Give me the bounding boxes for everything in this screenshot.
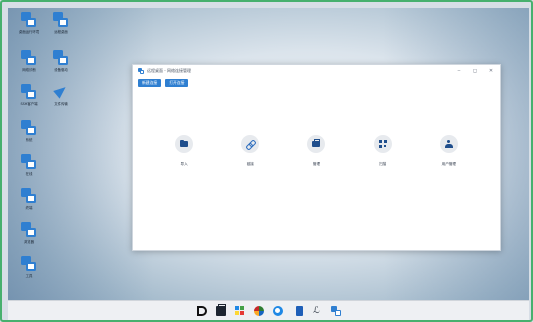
- desktop-icon-2[interactable]: 远程桌面: [44, 12, 78, 34]
- remote-desktop-icon[interactable]: [330, 305, 341, 316]
- feature-circle: [307, 135, 326, 153]
- qr-icon: [378, 140, 387, 148]
- screen-frame: 桌面运行环境 远程桌面 网络诊断 设备驱动 SSH客户端 文件传输 系统 在线 …: [0, 0, 533, 322]
- maximize-button[interactable]: ◻: [471, 68, 479, 74]
- remote-desktop-icon: [21, 50, 37, 66]
- desktop-icon-7[interactable]: 系统: [12, 120, 46, 142]
- feature-label: 扫描: [379, 162, 387, 166]
- desktop-icon-9[interactable]: 终端: [12, 188, 46, 210]
- remote-desktop-icon: [21, 222, 37, 238]
- desktop-icon-label: SSH客户端: [20, 102, 38, 106]
- desktop-icon-label: 网络诊断: [22, 68, 36, 72]
- feature-circle: [241, 135, 260, 153]
- desktop-icon-label: 文件传输: [54, 102, 68, 106]
- window-controls: ‒ ◻ ✕: [455, 68, 495, 74]
- remote-desktop-icon: [21, 188, 37, 204]
- desktop-icon-label: 远程桌面: [54, 30, 68, 34]
- app-window: 远程桌面 - 网络连接管理 ‒ ◻ ✕ 新建连接 打开连接 导入 链接 管理 扫…: [132, 64, 501, 251]
- desktop-icon-6[interactable]: 文件传输: [44, 83, 78, 106]
- remote-desktop-icon: [53, 50, 69, 66]
- desktop: 桌面运行环境 远程桌面 网络诊断 设备驱动 SSH客户端 文件传输 系统 在线 …: [8, 8, 529, 300]
- desktop-icon-label: 系统: [25, 138, 33, 142]
- desktop-icon-label: 在线: [25, 172, 33, 176]
- remote-desktop-icon: [21, 12, 37, 28]
- window-title: 远程桌面 - 网络连接管理: [147, 68, 191, 73]
- taskbar: ℒ: [8, 300, 529, 320]
- send-icon: [53, 83, 69, 100]
- multicolor-ball-icon[interactable]: [253, 305, 264, 316]
- colorful-app-icon[interactable]: [234, 305, 245, 316]
- remote-desktop-icon: [53, 12, 69, 28]
- app-d-icon[interactable]: [196, 305, 207, 316]
- feature-scan[interactable]: 扫描: [363, 135, 403, 167]
- folder-icon: [180, 139, 189, 147]
- window-titlebar: 远程桌面 - 网络连接管理 ‒ ◻ ✕: [133, 65, 500, 77]
- feature-circle: [439, 135, 458, 153]
- remote-desktop-icon: [21, 84, 37, 100]
- remote-desktop-icon: [21, 120, 37, 136]
- desktop-icon-label: 桌面运行环境: [18, 30, 40, 34]
- feature-label: 链接: [246, 162, 254, 166]
- desktop-icon-3[interactable]: 网络诊断: [12, 50, 46, 72]
- feature-row: 导入 链接 管理 扫描 用户管理: [133, 135, 500, 167]
- desktop-icon-5[interactable]: SSH客户端: [12, 84, 46, 106]
- remote-desktop-icon: [21, 256, 37, 272]
- feature-circle: [373, 135, 392, 153]
- desktop-icon-8[interactable]: 在线: [12, 154, 46, 176]
- feature-circle: [175, 135, 194, 153]
- desktop-icon-label: 终端: [25, 206, 33, 210]
- feature-link[interactable]: 链接: [230, 135, 270, 167]
- close-button[interactable]: ✕: [487, 68, 495, 74]
- desktop-icon-4[interactable]: 设备驱动: [44, 50, 78, 72]
- pen-icon[interactable]: ℒ: [312, 306, 322, 316]
- browser-icon[interactable]: [272, 305, 283, 316]
- feature-label: 管理: [312, 162, 321, 166]
- app-logo-icon: [138, 68, 144, 74]
- minimize-button[interactable]: ‒: [455, 68, 463, 74]
- remote-desktop-icon: [21, 154, 37, 170]
- open-connection-button[interactable]: 打开连接: [165, 79, 189, 87]
- briefcase-icon[interactable]: [215, 303, 226, 316]
- new-connection-button[interactable]: 新建连接: [138, 79, 162, 87]
- window-toolbar: 新建连接 打开连接: [133, 77, 500, 89]
- feature-import[interactable]: 导入: [164, 135, 204, 167]
- feature-label: 用户管理: [441, 162, 457, 166]
- user-icon: [444, 140, 453, 148]
- desktop-icon-11[interactable]: 工具: [12, 256, 46, 278]
- desktop-icon-1[interactable]: 桌面运行环境: [12, 12, 46, 34]
- feature-label: 导入: [180, 162, 188, 166]
- feature-manage[interactable]: 管理: [296, 135, 336, 167]
- briefcase-icon: [312, 139, 321, 147]
- desktop-icon-label: 工具: [25, 274, 33, 278]
- notes-icon[interactable]: [295, 305, 303, 316]
- link-icon: [246, 140, 254, 148]
- desktop-icon-10[interactable]: 浏览器: [12, 222, 46, 244]
- desktop-icon-label: 浏览器: [23, 240, 35, 244]
- desktop-icon-label: 设备驱动: [54, 68, 68, 72]
- feature-user-management[interactable]: 用户管理: [429, 135, 469, 167]
